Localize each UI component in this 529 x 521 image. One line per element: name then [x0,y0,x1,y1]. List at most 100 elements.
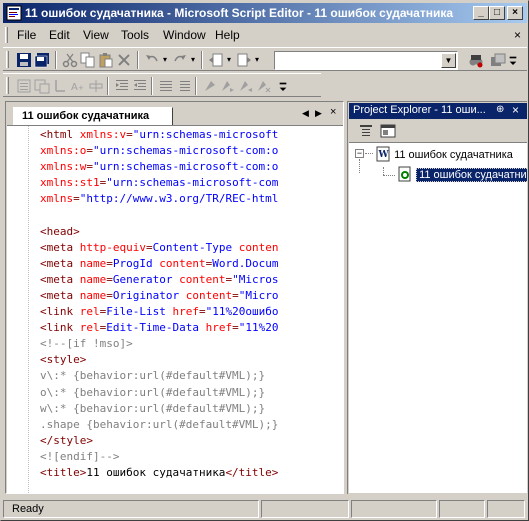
delete-button[interactable] [115,51,133,69]
tree-item-project[interactable]: W 11 ошибок судачатника [375,146,513,162]
code-token: <link [40,305,80,319]
editor-gutter[interactable] [7,126,29,493]
clear-bookmarks-icon [258,81,271,93]
code-token: = [126,128,133,141]
list-members-button[interactable] [33,77,51,95]
uncomment-block-button[interactable] [175,77,193,95]
toolbar-grip[interactable] [6,77,9,94]
parameter-info-button[interactable] [51,77,69,95]
html-page-icon [398,166,411,182]
minimize-button[interactable]: _ [473,6,489,20]
panel-close-icon[interactable]: × [512,103,519,117]
navigate-forward-dropdown[interactable]: ▾ [253,51,261,69]
tab-close-icon[interactable]: × [330,106,336,118]
toolbar-overflow-button[interactable] [277,77,295,95]
find-combo-arrow[interactable]: ▼ [441,53,456,68]
tree-item-project-label: 11 ошибок судачатника [394,149,513,161]
next-bookmark-button[interactable] [219,77,237,95]
code-token: "urn:schemas-microsoft-com [106,176,279,190]
code-token: = [106,256,113,270]
complete-word-button[interactable] [87,77,105,95]
code-editor-panel: 11 ошибок судачатника ◀ ▶ × <html xmlns:… [5,101,344,494]
navigate-back-button[interactable] [207,51,225,69]
properties-pages-button[interactable] [379,122,397,140]
undo-icon [146,55,158,62]
tree-collapse-toggle[interactable]: − [355,149,364,158]
toolbar-grip[interactable] [6,51,9,68]
properties-button[interactable] [15,77,33,95]
paste-icon [99,53,113,68]
menu-view[interactable]: View [83,28,109,42]
menu-tools[interactable]: Tools [121,28,149,42]
menu-help[interactable]: Help [215,28,240,42]
code-text-area[interactable]: <html xmlns:v="urn:schemas-microsoft xmln… [7,125,343,493]
indent-button[interactable] [113,77,131,95]
title-bar[interactable]: 11 ошибок судачатника - Microsoft Script… [3,3,527,23]
view-code-button[interactable] [357,122,375,140]
clear-bookmarks-button[interactable] [255,77,273,95]
tab-scroll-right-icon[interactable]: ▶ [315,108,322,119]
toggle-bookmark-button[interactable] [201,77,219,95]
document-close-button[interactable]: × [514,28,521,42]
code-line: <link rel=File-List href="11%20ошибо [40,304,278,320]
code-token: content [185,288,233,302]
tree-item-page[interactable]: 11 ошибок судачатника [397,166,527,182]
code-token: File-List [106,305,173,319]
project-explorer-button[interactable] [489,51,507,69]
code-token: w\:* {behavior:url(#default#VML);} [40,401,266,415]
tree-line [365,153,373,154]
undo-button[interactable] [143,51,161,69]
code-token: = [86,144,93,158]
code-token: Word.Docum [212,256,279,270]
save-button[interactable] [15,51,33,69]
code-line: <!--[if !mso]> [40,336,278,352]
navigate-back-dropdown[interactable]: ▾ [225,51,233,69]
code-token: = [106,272,113,286]
copy-button[interactable] [79,51,97,69]
outdent-button[interactable] [131,77,149,95]
toolbar-separator [195,77,197,95]
code-line: <html xmlns:v="urn:schemas-microsoft [40,127,278,143]
close-button[interactable]: × [507,6,523,20]
code-token: <html [40,128,80,141]
status-bar: Ready [3,499,527,519]
paste-button[interactable] [97,51,115,69]
project-explorer-panel: Project Explorer - 11 оши... ⊕ × − W 11 … [347,101,527,494]
save-all-button[interactable] [33,51,51,69]
parameter-info-icon [55,80,65,92]
navigate-forward-button[interactable] [235,51,253,69]
standard-toolbar: ▾ ▾ ▾ ▾ ▼ [3,47,527,71]
maximize-icon: □ [493,7,501,18]
properties-icon [17,79,31,93]
undo-dropdown[interactable]: ▾ [161,51,169,69]
document-tab[interactable]: 11 ошибок судачатника [13,107,173,126]
find-in-files-button[interactable] [467,51,485,69]
code-line: </style> [40,433,278,449]
toolbar-overflow-button[interactable] [507,51,519,69]
svg-text:+: + [78,84,84,92]
code-token: <link [40,321,80,335]
code-token: "http://www.w3.org/TR/REC-html [79,192,279,206]
previous-bookmark-button[interactable] [237,77,255,95]
outdent-icon [134,80,146,90]
find-combo[interactable]: ▼ [274,51,458,70]
code-line: <head> [40,224,278,240]
quick-info-button[interactable]: A + [69,77,87,95]
complete-word-icon [89,80,103,92]
redo-dropdown[interactable]: ▾ [189,51,197,69]
code-token: = [145,240,153,254]
menubar-grip[interactable] [5,27,8,43]
menu-file[interactable]: File [17,28,36,42]
pin-icon[interactable]: ⊕ [496,104,504,115]
script-editor-app-icon[interactable] [6,5,22,21]
word-document-icon: W [376,146,390,162]
menu-edit[interactable]: Edit [49,28,70,42]
cut-button[interactable] [61,51,79,69]
maximize-button[interactable]: □ [489,6,505,20]
tab-scroll-left-icon[interactable]: ◀ [302,108,309,119]
comment-block-button[interactable] [157,77,175,95]
menu-window[interactable]: Window [163,28,206,42]
redo-button[interactable] [171,51,189,69]
uncomment-block-icon [180,81,190,91]
